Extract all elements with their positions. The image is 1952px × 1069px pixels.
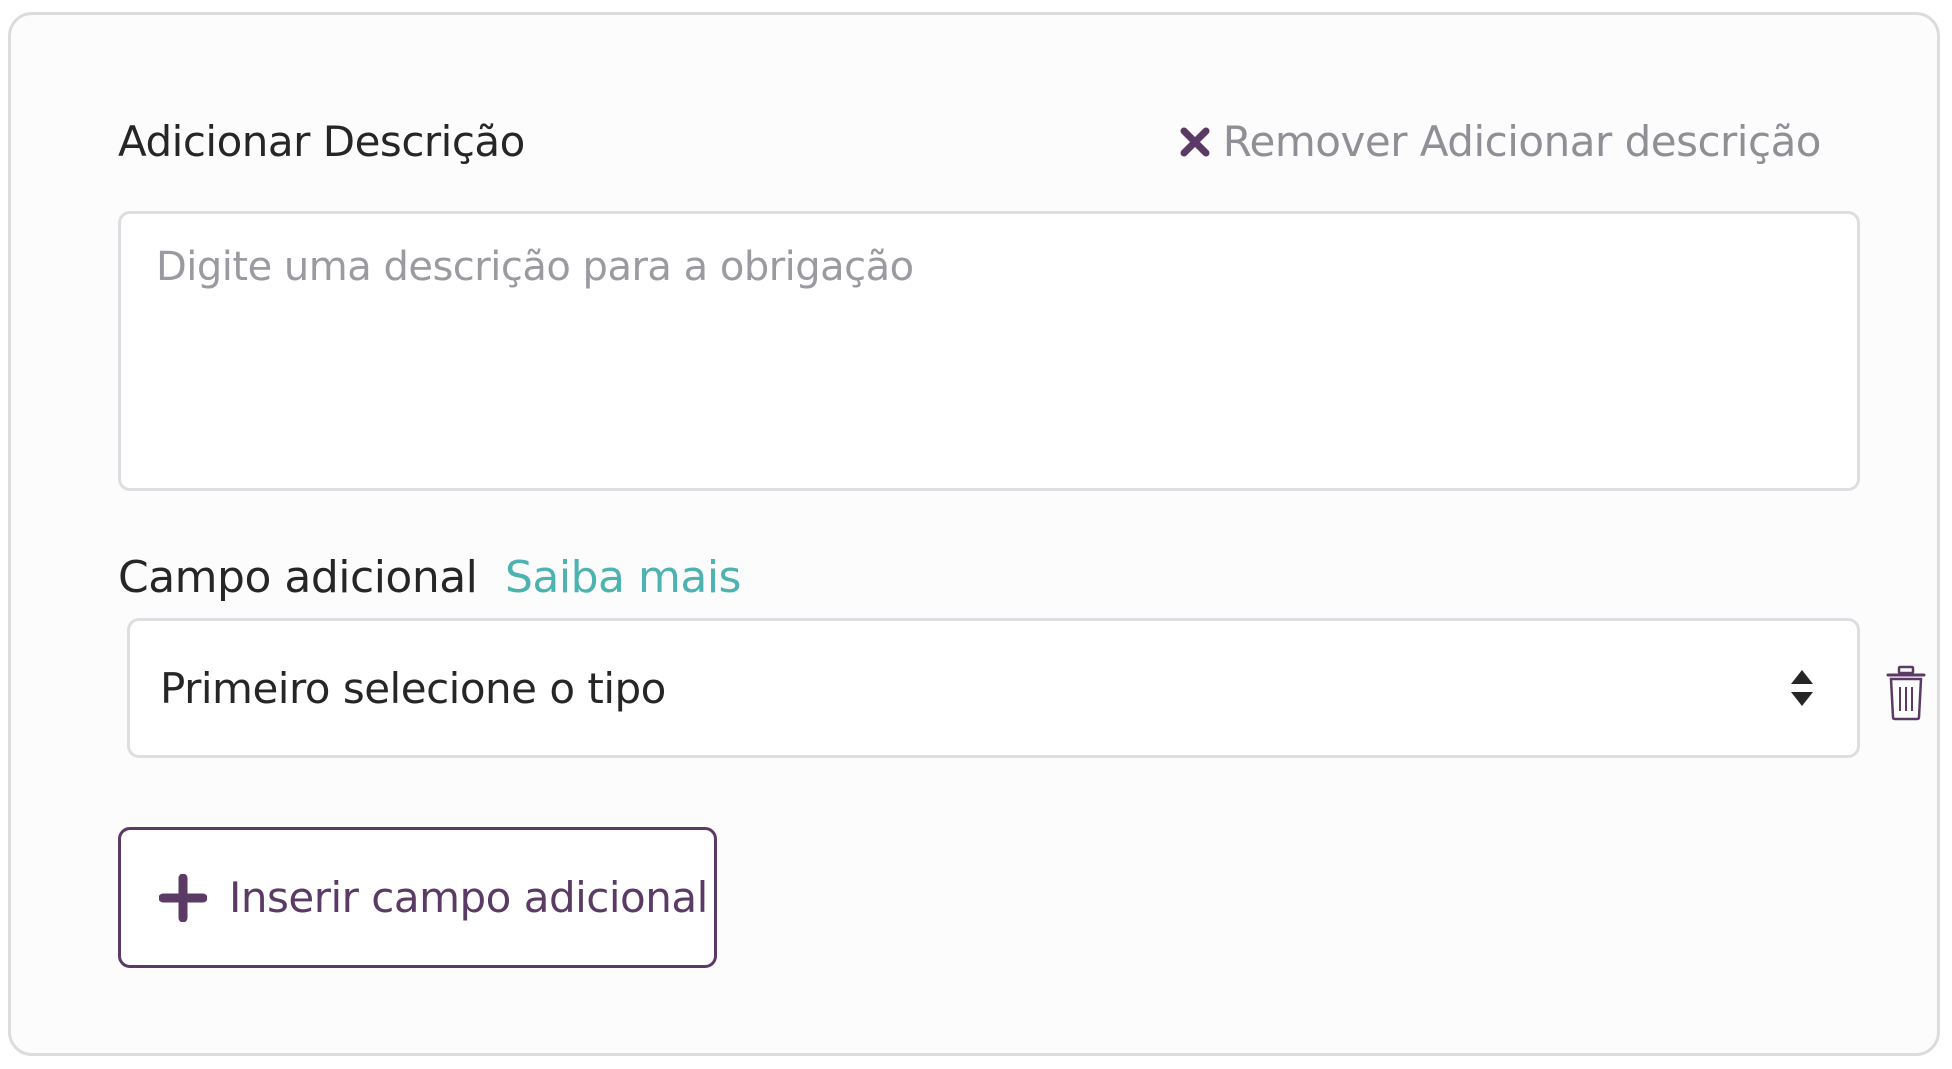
- description-title: Adicionar Descrição: [118, 117, 525, 166]
- trash-icon[interactable]: [1885, 665, 1927, 721]
- sort-updown-icon: [1791, 670, 1813, 706]
- form-card: Adicionar Descrição Remover Adicionar de…: [8, 12, 1940, 1056]
- description-textarea[interactable]: [118, 211, 1860, 491]
- additional-field-label: Campo adicional: [118, 552, 478, 603]
- add-field-label: Inserir campo adicional: [229, 873, 708, 922]
- remove-description-link[interactable]: Remover Adicionar descrição: [1179, 115, 1822, 169]
- add-field-button[interactable]: Inserir campo adicional: [118, 827, 717, 968]
- close-x-icon: [1180, 127, 1210, 157]
- learn-more-link[interactable]: Saiba mais: [505, 551, 741, 605]
- field-type-select[interactable]: Primeiro selecione o tipo: [127, 618, 1860, 758]
- field-type-select-value: Primeiro selecione o tipo: [160, 663, 666, 713]
- remove-description-label: Remover Adicionar descrição: [1222, 117, 1822, 166]
- plus-icon: [159, 873, 207, 922]
